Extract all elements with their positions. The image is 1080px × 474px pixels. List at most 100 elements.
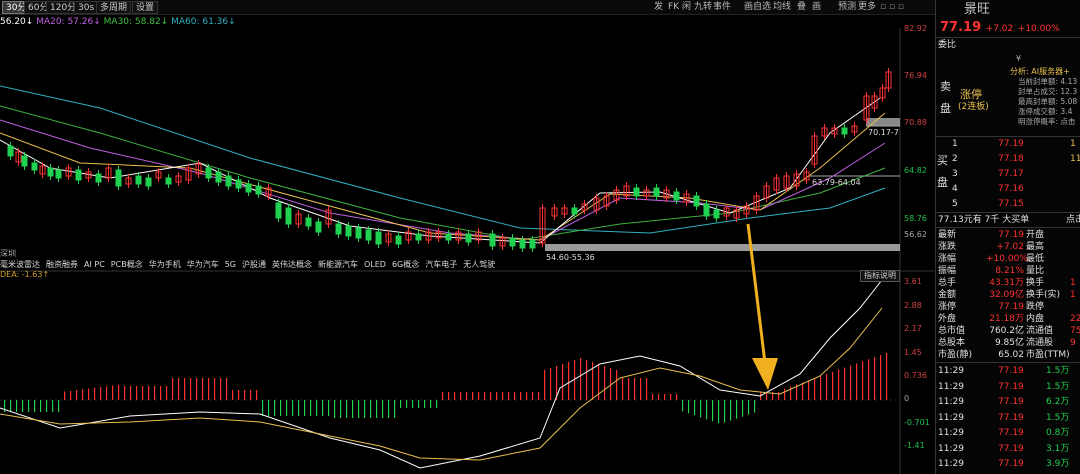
macd-bar (820, 376, 822, 400)
ma30-line (0, 105, 886, 241)
candle (7, 145, 14, 157)
toolbar-item-overlay[interactable]: 叠 (797, 1, 806, 14)
multi-period-button[interactable]: 多周期 (96, 1, 132, 14)
stat-label-2: 市盈(TTM) (1026, 350, 1070, 360)
macd-bar (160, 386, 162, 400)
period-30s-button[interactable]: 30s (74, 1, 99, 14)
candle (75, 169, 82, 181)
macd-bar (508, 392, 510, 400)
tick-volume: 3.1万 (1046, 443, 1070, 454)
macd-bar (232, 390, 234, 400)
concept-tag[interactable]: OLED (364, 260, 386, 269)
stat-label: 外盘 (938, 314, 957, 324)
macd-bar (694, 400, 696, 416)
macd-bar (334, 400, 336, 418)
macd-bar (130, 386, 132, 400)
weibi-label: 委比 (938, 40, 957, 50)
stat-label-2: 流通股 (1026, 338, 1054, 348)
concept-tag[interactable]: 华为手机 (149, 260, 181, 269)
settings-button[interactable]: 设置 (132, 1, 159, 14)
macd-bar (664, 394, 666, 400)
macd-bar (754, 400, 756, 413)
candle (489, 233, 496, 247)
candle (465, 233, 472, 243)
macd-bar (124, 386, 126, 400)
concept-tag[interactable]: 新能源汽车 (318, 260, 358, 269)
candle (509, 237, 516, 247)
toolbar-item-ma[interactable]: 均线 (773, 1, 791, 14)
concept-tag[interactable]: 5G (225, 260, 236, 269)
macd-bar (610, 368, 612, 400)
toolbar-item-draw[interactable]: 画 (812, 1, 821, 14)
analysis-row: 涨停成交额: 3.4 (1018, 107, 1073, 116)
stat-label: 总股本 (938, 338, 966, 348)
stat-row: 金额 32.09亿 换手(实) 1 (936, 289, 1080, 301)
annotation-arrow-head (752, 358, 778, 390)
price-pct: +10.00% (1017, 24, 1060, 34)
stat-label: 振幅 (938, 266, 957, 276)
concept-tag[interactable]: AI PC (84, 260, 105, 269)
toolbar-item-event[interactable]: 事件 (713, 1, 731, 14)
candle (165, 177, 172, 185)
indicator-axis-label: 2.88 (904, 301, 922, 310)
concept-tag[interactable]: 汽车电子 (425, 260, 457, 269)
macd-bar (808, 380, 810, 400)
macd-bar (172, 378, 174, 400)
toolbar-item-jiuzhuan[interactable]: 九转 (694, 1, 712, 14)
big-order-row[interactable]: 77.13元有 7千 大买单 点击 (938, 214, 1080, 226)
toolbar-item-xian[interactable]: 闲 (682, 1, 691, 14)
stat-row: 外盘 21.18万 内盘 22 (936, 313, 1080, 325)
macd-bar (688, 400, 690, 414)
macd-bar (22, 400, 24, 412)
stat-label-2: 换手 (1026, 278, 1045, 288)
indicator-axis-label: -1.41 (904, 441, 925, 450)
tick-volume: 1.5万 (1046, 366, 1070, 376)
concept-tag[interactable]: 英伟达概念 (272, 260, 312, 269)
kline-chart[interactable] (0, 28, 935, 474)
bid-row[interactable]: 1 77.19 1 (936, 138, 1080, 150)
tick-time: 11:29 (938, 366, 964, 376)
bid-row[interactable]: 5 77.15 (936, 198, 1080, 210)
macd-bar (178, 378, 180, 400)
macd-bar (16, 400, 18, 412)
stat-value: 77.19 (998, 230, 1024, 240)
candle (633, 187, 640, 197)
toolbar-item-fk[interactable]: FK (668, 1, 679, 14)
candle (31, 162, 38, 171)
concept-tag[interactable]: 华为汽车 (187, 260, 219, 269)
macd-bar (112, 385, 114, 400)
bid-price: 77.18 (998, 154, 1024, 164)
stat-label-2: 流通值 (1026, 326, 1054, 336)
toolbar-item-predict[interactable]: 预测 (838, 1, 856, 14)
bid-row[interactable]: 3 77.17 (936, 168, 1080, 180)
candle (365, 229, 372, 241)
window-controls-icon[interactable]: ▫ ▫ ▫ (880, 1, 904, 14)
toolbar-item-more[interactable]: 更多 (858, 1, 876, 14)
concept-tag[interactable]: 无人驾驶 (463, 260, 495, 269)
toolbar-item-fa[interactable]: 发 (654, 1, 663, 14)
concept-tag[interactable]: 融资融券 (46, 260, 78, 269)
macd-bar (82, 389, 84, 400)
bid-row[interactable]: 4 77.16 (936, 183, 1080, 195)
ma20-line (0, 119, 886, 241)
concept-tag[interactable]: 6G概念 (392, 260, 419, 269)
big-order-link[interactable]: 点击 (1066, 214, 1080, 226)
indicator-explain-button[interactable]: 指标说明 (860, 270, 900, 282)
concept-tag[interactable]: 毫米波雷达 (0, 260, 40, 269)
concept-tag[interactable]: 沪股通 (242, 260, 266, 269)
concept-tag[interactable]: PCB概念 (111, 260, 143, 269)
macd-bar (346, 400, 348, 418)
macd-bar (316, 400, 318, 416)
candle (693, 195, 700, 207)
stat-label-2: 换手(实) (1026, 290, 1061, 300)
macd-bar (436, 400, 438, 408)
candle (275, 202, 282, 219)
bid-row[interactable]: 2 77.18 11 (936, 153, 1080, 165)
toolbar-item-draw-watchlist[interactable]: 画自选 (744, 1, 771, 14)
macd-bar (352, 400, 354, 418)
price-axis-label: 64.82 (904, 166, 927, 175)
stat-row: 总手 43.31万 换手 1 (936, 277, 1080, 289)
tick-time: 11:29 (938, 428, 964, 438)
indicator-axis-label: 2.17 (904, 324, 922, 333)
macd-bar (292, 400, 294, 416)
